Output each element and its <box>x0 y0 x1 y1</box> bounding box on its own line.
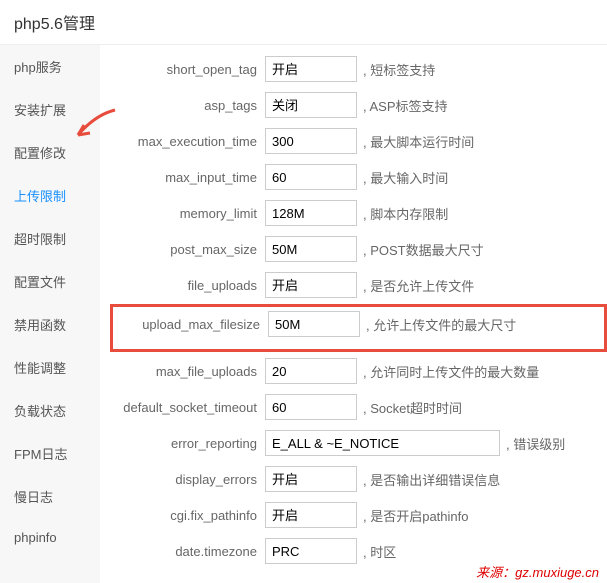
sidebar-item-php-service[interactable]: php服务 <box>0 45 100 88</box>
sidebar-item-slow-log[interactable]: 慢日志 <box>0 475 100 518</box>
setting-label: error_reporting <box>110 436 265 451</box>
sidebar-item-config-file[interactable]: 配置文件 <box>0 260 100 303</box>
setting-input-post-max-size[interactable] <box>265 236 357 262</box>
setting-label: default_socket_timeout <box>110 400 265 415</box>
sidebar-item-config-edit[interactable]: 配置修改 <box>0 131 100 174</box>
setting-input-memory-limit[interactable] <box>265 200 357 226</box>
setting-label: max_file_uploads <box>110 364 265 379</box>
setting-desc: , Socket超时时间 <box>357 398 462 417</box>
sidebar-item-upload-limit[interactable]: 上传限制 <box>0 174 100 217</box>
setting-desc: , 是否允许上传文件 <box>357 276 474 295</box>
setting-label: cgi.fix_pathinfo <box>110 508 265 523</box>
setting-select-display-errors[interactable]: 开启 <box>265 466 357 492</box>
setting-row-max-file-uploads: max_file_uploads , 允许同时上传文件的最大数量 <box>110 357 607 385</box>
setting-row-max-input-time: max_input_time , 最大输入时间 <box>110 163 607 191</box>
setting-input-default-socket-timeout[interactable] <box>265 394 357 420</box>
setting-select-cgi-fix-pathinfo[interactable]: 开启 <box>265 502 357 528</box>
setting-desc: , 错误级别 <box>500 434 565 453</box>
setting-desc: , 短标签支持 <box>357 60 435 79</box>
setting-desc: , 是否输出详细错误信息 <box>357 470 500 489</box>
setting-row-cgi-fix-pathinfo: cgi.fix_pathinfo开启, 是否开启pathinfo <box>110 501 607 529</box>
setting-label: asp_tags <box>110 98 265 113</box>
main-container: php服务 安装扩展 配置修改 上传限制 超时限制 配置文件 禁用函数 性能调整… <box>0 45 607 583</box>
setting-select-short-open-tag[interactable]: 开启 <box>265 56 357 82</box>
setting-select-asp-tags[interactable]: 关闭 <box>265 92 357 118</box>
setting-label: post_max_size <box>110 242 265 257</box>
setting-input-upload-max-filesize[interactable] <box>268 311 360 337</box>
setting-desc: , 允许上传文件的最大尺寸 <box>360 315 516 334</box>
setting-desc: , 最大输入时间 <box>357 168 448 187</box>
setting-row-file-uploads: file_uploads开启, 是否允许上传文件 <box>110 271 607 299</box>
sidebar-item-timeout-limit[interactable]: 超时限制 <box>0 217 100 260</box>
setting-input-max-file-uploads[interactable] <box>265 358 357 384</box>
sidebar-item-install-ext[interactable]: 安装扩展 <box>0 88 100 131</box>
setting-desc: , 最大脚本运行时间 <box>357 132 474 151</box>
setting-input-max-input-time[interactable] <box>265 164 357 190</box>
setting-row-display-errors: display_errors开启, 是否输出详细错误信息 <box>110 465 607 493</box>
setting-row-default-socket-timeout: default_socket_timeout , Socket超时时间 <box>110 393 607 421</box>
sidebar: php服务 安装扩展 配置修改 上传限制 超时限制 配置文件 禁用函数 性能调整… <box>0 45 100 583</box>
setting-desc: , 时区 <box>357 542 396 561</box>
setting-row-date-timezone: date.timezone , 时区 <box>110 537 607 565</box>
setting-label: file_uploads <box>110 278 265 293</box>
setting-row-max-execution-time: max_execution_time , 最大脚本运行时间 <box>110 127 607 155</box>
sidebar-item-load-status[interactable]: 负载状态 <box>0 389 100 432</box>
setting-label: date.timezone <box>110 544 265 559</box>
setting-row-asp-tags: asp_tags关闭, ASP标签支持 <box>110 91 607 119</box>
sidebar-item-disabled-func[interactable]: 禁用函数 <box>0 303 100 346</box>
setting-row-memory-limit: memory_limit , 脚本内存限制 <box>110 199 607 227</box>
setting-row-error-reporting: error_reporting , 错误级别 <box>110 429 607 457</box>
setting-label: memory_limit <box>110 206 265 221</box>
settings-panel: short_open_tag开启, 短标签支持asp_tags关闭, ASP标签… <box>100 45 607 583</box>
setting-label: max_execution_time <box>110 134 265 149</box>
sidebar-item-perf-tune[interactable]: 性能调整 <box>0 346 100 389</box>
setting-label: upload_max_filesize <box>113 317 268 332</box>
setting-input-error-reporting[interactable] <box>265 430 500 456</box>
setting-row-short-open-tag: short_open_tag开启, 短标签支持 <box>110 55 607 83</box>
watermark-text: 来源：gz.muxiuge.cn <box>476 562 599 581</box>
setting-desc: , 脚本内存限制 <box>357 204 448 223</box>
page-title: php5.6管理 <box>0 0 607 45</box>
setting-row-post-max-size: post_max_size , POST数据最大尺寸 <box>110 235 607 263</box>
setting-row-upload-max-filesize: upload_max_filesize , 允许上传文件的最大尺寸 <box>113 310 604 338</box>
setting-label: short_open_tag <box>110 62 265 77</box>
setting-label: max_input_time <box>110 170 265 185</box>
sidebar-item-phpinfo[interactable]: phpinfo <box>0 518 100 557</box>
setting-desc: , POST数据最大尺寸 <box>357 240 484 259</box>
setting-select-file-uploads[interactable]: 开启 <box>265 272 357 298</box>
sidebar-item-fpm-log[interactable]: FPM日志 <box>0 432 100 475</box>
setting-desc: , ASP标签支持 <box>357 96 448 115</box>
setting-desc: , 是否开启pathinfo <box>357 506 469 525</box>
setting-input-max-execution-time[interactable] <box>265 128 357 154</box>
setting-desc: , 允许同时上传文件的最大数量 <box>357 362 539 381</box>
setting-input-date-timezone[interactable] <box>265 538 357 564</box>
setting-label: display_errors <box>110 472 265 487</box>
